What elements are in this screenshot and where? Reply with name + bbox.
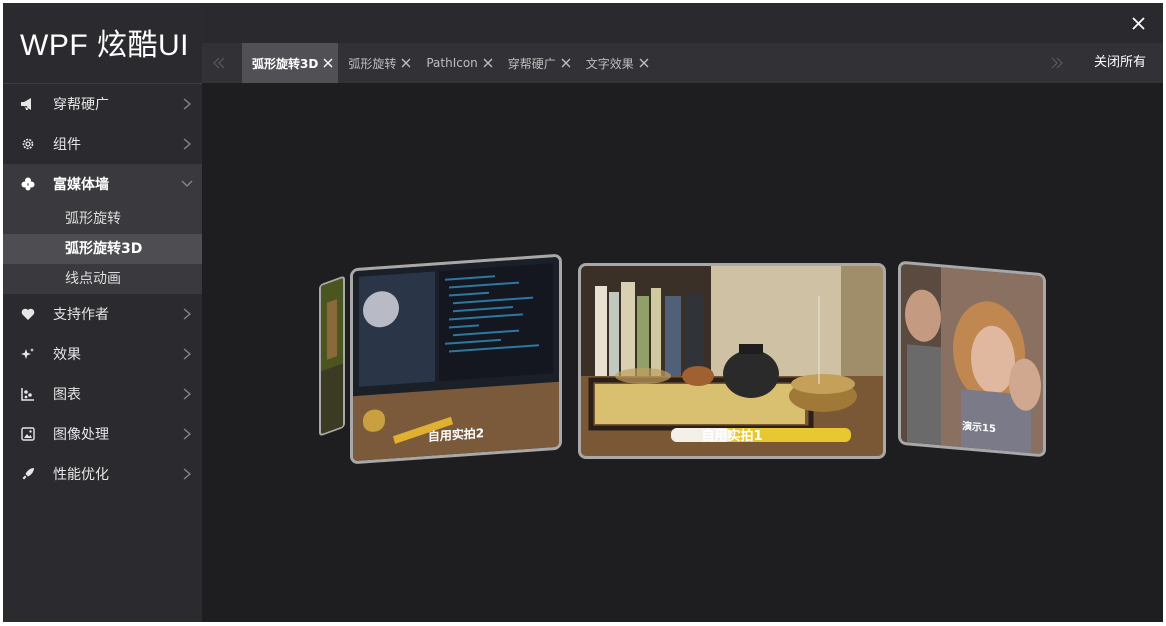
chevron-right-icon <box>172 468 202 480</box>
sidebar-item-charts[interactable]: 图表 <box>3 374 202 414</box>
close-tab-icon[interactable] <box>323 58 333 68</box>
carousel-card[interactable]: 自用实拍2 <box>350 253 562 465</box>
sidebar-item-label: 组件 <box>53 137 81 153</box>
tab-label: 文字效果 <box>585 56 634 71</box>
chevron-down-icon <box>172 180 202 188</box>
double-chevron-left-icon <box>213 57 225 69</box>
tab-bar: 弧形旋转3D 弧形旋转 PathIcon 穿帮硬广 文字效果 关闭所有 <box>202 43 1163 83</box>
carousel-card[interactable]: 自用实拍1 <box>578 263 886 459</box>
card-caption: 自用实拍1 <box>701 428 762 444</box>
tab-ads[interactable]: 穿帮硬广 <box>498 43 576 83</box>
chevron-right-icon <box>172 348 202 360</box>
megaphone-icon <box>3 97 53 111</box>
sidebar-item-label: 图像处理 <box>53 427 109 443</box>
carousel-card[interactable]: 演示15 <box>898 260 1046 458</box>
chevron-right-icon <box>172 388 202 400</box>
heart-icon <box>3 308 53 321</box>
close-window-button[interactable] <box>1127 12 1149 34</box>
sidebar-item-label: 效果 <box>53 347 81 363</box>
tab-pathicon[interactable]: PathIcon <box>416 43 497 83</box>
tab-label: 弧形旋转3D <box>252 56 319 71</box>
close-tab-icon[interactable] <box>639 58 649 68</box>
sparkle-icon <box>3 347 53 361</box>
sidebar-item-ads[interactable]: 穿帮硬广 <box>3 84 202 124</box>
sidebar-item-performance[interactable]: 性能优化 <box>3 454 202 494</box>
rocket-icon <box>3 467 53 481</box>
sidebar-subitem-arc-rotate[interactable]: 弧形旋转 <box>3 204 202 234</box>
scroll-left-button[interactable] <box>212 55 232 71</box>
title-bar <box>202 3 1163 43</box>
chevron-right-icon <box>172 138 202 150</box>
gear-icon <box>3 137 53 151</box>
sidebar-item-components[interactable]: 组件 <box>3 124 202 164</box>
chevron-right-icon <box>172 308 202 320</box>
photo-thumbnail: 演示15 <box>901 263 1043 455</box>
app-title: WPF 炫酷UI <box>20 29 189 62</box>
sidebar-item-effects[interactable]: 效果 <box>3 334 202 374</box>
sidebar-item-label: 性能优化 <box>53 467 109 483</box>
sidebar-item-image-processing[interactable]: 图像处理 <box>3 414 202 454</box>
tab-label: 穿帮硬广 <box>507 56 556 71</box>
sidebar-item-label: 图表 <box>53 387 81 403</box>
close-tab-icon[interactable] <box>483 58 493 68</box>
scroll-right-button[interactable] <box>1050 55 1070 71</box>
sidebar-item-label: 支持作者 <box>53 307 109 323</box>
chevron-right-icon <box>172 428 202 440</box>
chart-icon <box>3 387 53 401</box>
photo-thumbnail: 自用实拍2 <box>353 256 559 462</box>
sidebar-subitem-arc-rotate-3d[interactable]: 弧形旋转3D <box>3 234 202 264</box>
close-all-tabs-button[interactable]: 关闭所有 <box>1094 43 1146 83</box>
sidebar-subitem-line-dot-animation[interactable]: 线点动画 <box>3 264 202 294</box>
photo-thumbnail <box>321 277 345 437</box>
sidebar-item-label: 穿帮硬广 <box>53 97 109 113</box>
sidebar: WPF 炫酷UI 穿帮硬广 组件 富媒体墙 弧形旋转 弧形旋转3D 线点动画 支… <box>3 3 202 622</box>
tab-label: PathIcon <box>426 56 478 70</box>
tab-text-effects[interactable]: 文字效果 <box>576 43 654 83</box>
close-icon <box>1131 16 1145 30</box>
sidebar-item-support-author[interactable]: 支持作者 <box>3 294 202 334</box>
tab-label: 弧形旋转 <box>348 56 397 71</box>
carousel-area: 自用实拍2 自用实拍1 演示15 <box>202 83 1163 622</box>
app-window: WPF 炫酷UI 穿帮硬广 组件 富媒体墙 弧形旋转 弧形旋转3D 线点动画 支… <box>3 3 1163 622</box>
close-tab-icon[interactable] <box>561 58 571 68</box>
chevron-right-icon <box>172 98 202 110</box>
image-icon <box>3 427 53 441</box>
photo-thumbnail: 自用实拍1 <box>581 266 883 456</box>
tab-list: 弧形旋转3D 弧形旋转 PathIcon 穿帮硬广 文字效果 <box>242 43 654 83</box>
sidebar-item-media-wall[interactable]: 富媒体墙 <box>3 164 202 204</box>
clover-icon <box>3 177 53 191</box>
double-chevron-right-icon <box>1051 57 1063 69</box>
sidebar-item-label: 富媒体墙 <box>53 177 109 193</box>
tab-arc-rotate-3d[interactable]: 弧形旋转3D <box>242 43 339 83</box>
carousel-card[interactable] <box>319 275 345 437</box>
sidebar-menu: 穿帮硬广 组件 富媒体墙 弧形旋转 弧形旋转3D 线点动画 支持作者 效果 图表… <box>3 84 202 494</box>
close-tab-icon[interactable] <box>401 58 411 68</box>
tab-arc-rotate[interactable]: 弧形旋转 <box>338 43 416 83</box>
